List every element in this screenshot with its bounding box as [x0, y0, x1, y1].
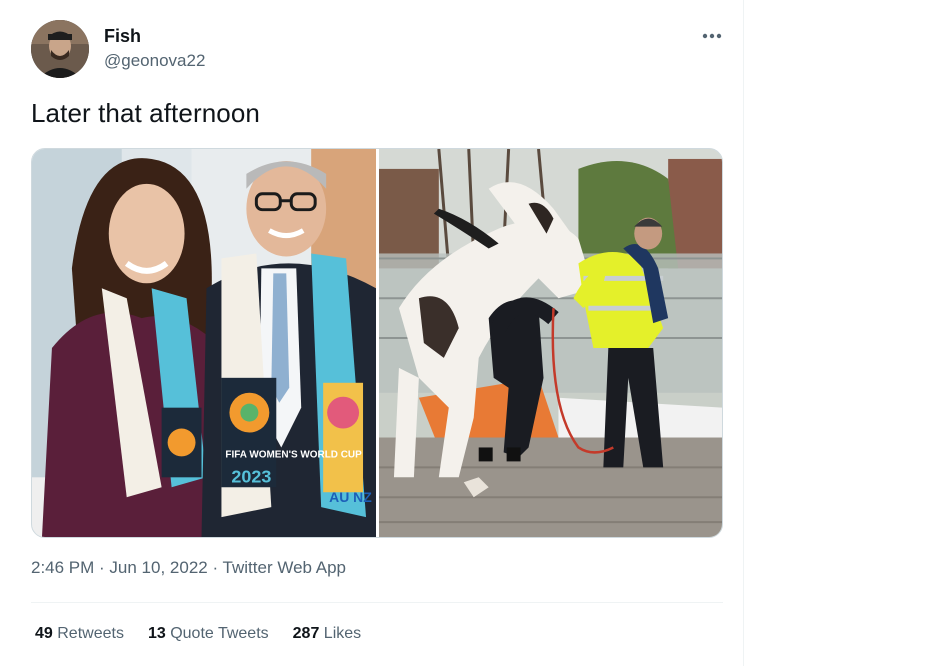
- retweets-count: 49: [35, 625, 53, 642]
- avatar-image: [31, 20, 89, 78]
- quote-tweets-label: Quote Tweets: [170, 625, 269, 642]
- more-horizontal-icon: [702, 33, 722, 39]
- tweet-media: FIFA WOMEN'S WORLD CUP 2023 AU NZ: [31, 148, 723, 538]
- tweet-stats: 49 Retweets 13 Quote Tweets 287 Likes: [35, 625, 361, 643]
- quote-tweets-count: 13: [147, 625, 166, 642]
- tweet-source[interactable]: Twitter Web App: [223, 558, 346, 577]
- photo-scarves[interactable]: FIFA WOMEN'S WORLD CUP 2023 AU NZ: [32, 149, 376, 537]
- likes-count: 287: [292, 625, 320, 642]
- photo-horse[interactable]: [378, 149, 722, 537]
- tweet-meta: 2:46 PM · Jun 10, 2022 · Twitter Web App: [31, 558, 346, 578]
- scarf-text: FIFA WOMEN'S WORLD CUP: [225, 449, 362, 460]
- photo-scarves-image: FIFA WOMEN'S WORLD CUP 2023 AU NZ: [32, 149, 376, 537]
- scarf-year: 2023: [231, 466, 271, 486]
- quote-tweets-stat[interactable]: 13 Quote Tweets: [148, 625, 269, 643]
- display-name[interactable]: Fish: [104, 26, 141, 47]
- user-handle[interactable]: @geonova22: [104, 51, 205, 71]
- retweets-stat[interactable]: 49 Retweets: [35, 625, 124, 643]
- likes-label: Likes: [323, 625, 362, 642]
- scarf-country-text: AU NZ: [329, 489, 372, 505]
- tweet-text: Later that afternoon: [31, 98, 260, 128]
- page: Fish @geonova22 Later that afternoon FIF…: [0, 0, 932, 666]
- tweet-date[interactable]: Jun 10, 2022: [109, 558, 207, 577]
- avatar[interactable]: [31, 20, 89, 78]
- tweet-header: Fish @geonova22: [31, 20, 731, 80]
- photo-horse-image: [378, 149, 722, 537]
- tweet-time[interactable]: 2:46 PM: [31, 558, 94, 577]
- more-options-button[interactable]: [697, 24, 727, 48]
- retweets-label: Retweets: [57, 625, 124, 642]
- tweet: Fish @geonova22 Later that afternoon FIF…: [0, 0, 744, 666]
- meta-separator: ·: [94, 558, 110, 577]
- meta-separator: ·: [207, 558, 223, 577]
- likes-stat[interactable]: 287 Likes: [293, 625, 362, 643]
- stats-divider: [31, 602, 723, 603]
